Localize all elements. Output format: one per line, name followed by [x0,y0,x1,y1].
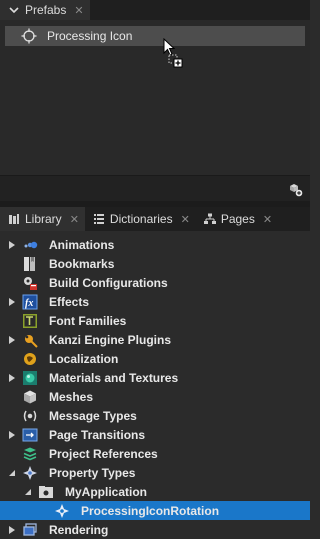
tree-item-label: Localization [49,351,119,366]
font-families-icon [22,313,38,329]
tree-item-label: Materials and Textures [49,370,179,385]
tree-item-label: Rendering [49,522,109,537]
tree-item-label: Property Types [49,465,136,480]
tree-item-label: Animations [49,237,115,252]
tree-item-label: ProcessingIconRotation [81,503,220,518]
tree-item-font-families[interactable]: Font Families [0,311,310,330]
rendering-icon [22,522,38,538]
prefabs-panel: Processing Icon [0,20,310,175]
tree-item-message-types[interactable]: Message Types [0,406,310,425]
tab-pages-label: Pages [220,212,255,226]
tree-item-materials-and-textures[interactable]: Materials and Textures [0,368,310,387]
tree-item-label: Page Transitions [49,427,146,442]
prefabs-tabbar: Prefabs ✕ [0,0,310,20]
plugins-icon [22,332,38,348]
prefab-item-label: Processing Icon [47,29,133,43]
effects-icon: fx [22,294,38,310]
tree-item-processingiconrotation[interactable]: ProcessingIconRotation [0,501,310,520]
tree-item-page-transitions[interactable]: Page Transitions [0,425,310,444]
project-references-icon [22,446,38,462]
tree-item-build-configurations[interactable]: Build Configurations [0,273,310,292]
build-configurations-icon [22,275,38,291]
tree-item-meshes[interactable]: Meshes [0,387,310,406]
library-tabbar: Library ✕ Dictionaries ✕ Pages ✕ [0,207,310,231]
close-icon[interactable]: ✕ [70,213,79,226]
message-types-icon [22,408,38,424]
tab-library[interactable]: Library ✕ [0,207,85,231]
tab-dictionaries[interactable]: Dictionaries ✕ [85,207,196,231]
tree-item-label: Meshes [49,389,94,404]
collapse-arrow-icon[interactable] [8,469,16,477]
tab-prefabs[interactable]: Prefabs ✕ [0,0,90,20]
tab-library-label: Library [25,212,62,226]
property-types-icon [22,465,38,481]
tree-item-property-types[interactable]: Property Types [0,463,310,482]
tree-item-rendering[interactable]: Rendering [0,520,310,539]
svg-text:fx: fx [25,298,33,309]
tree-item-animations[interactable]: Animations [0,235,310,254]
tree-item-label: Project References [49,446,158,461]
pages-icon [203,213,216,225]
library-icon [8,213,20,225]
tree-item-label: Bookmarks [49,256,115,271]
tree-item-bookmarks[interactable]: Bookmarks [0,254,310,273]
expand-arrow-icon[interactable] [8,430,16,439]
prefab-crosshair-icon [21,28,37,44]
create-prefab-icon[interactable] [287,181,303,197]
tree-item-localization[interactable]: Localization [0,349,310,368]
expand-arrow-icon[interactable] [8,297,16,306]
materials-icon [22,370,38,386]
tree-item-label: Message Types [49,408,137,423]
close-icon[interactable]: ✕ [263,213,272,226]
close-icon[interactable]: ✕ [181,213,190,226]
prefabs-footer [0,175,310,202]
property-type-icon [54,503,70,519]
tree-item-effects[interactable]: fx Effects [0,292,310,311]
localization-icon [22,351,38,367]
tree-item-project-references[interactable]: Project References [0,444,310,463]
tab-prefabs-label: Prefabs [25,3,67,17]
prefab-item[interactable]: Processing Icon [5,26,305,46]
collapse-arrow-icon[interactable] [24,488,32,496]
drag-copy-cursor-icon [163,37,187,73]
expand-arrow-icon[interactable] [8,373,16,382]
tree-item-label: Effects [49,294,90,309]
tree-item-label: Font Families [49,313,127,328]
panel-chevron-icon [8,4,20,16]
tree-item-label: Kanzi Engine Plugins [49,332,172,347]
page-transitions-icon [22,427,38,443]
tree-item-label: Build Configurations [49,275,168,290]
tree-item-myapplication[interactable]: MyApplication [0,482,310,501]
library-tree: Animations Bookmarks Build Configuration… [0,231,310,539]
dictionaries-icon [93,213,105,225]
animations-icon [22,237,38,253]
expand-arrow-icon[interactable] [8,240,16,249]
expand-arrow-icon[interactable] [8,335,16,344]
tree-item-kanzi-engine-plugins[interactable]: Kanzi Engine Plugins [0,330,310,349]
bookmarks-icon [22,256,38,272]
meshes-icon [22,389,38,405]
close-icon[interactable]: ✕ [74,4,83,17]
expand-arrow-icon[interactable] [8,525,16,534]
tree-item-label: MyApplication [65,484,148,499]
tab-pages[interactable]: Pages ✕ [196,207,278,231]
folder-icon [38,484,54,500]
tab-dictionaries-label: Dictionaries [109,212,173,226]
